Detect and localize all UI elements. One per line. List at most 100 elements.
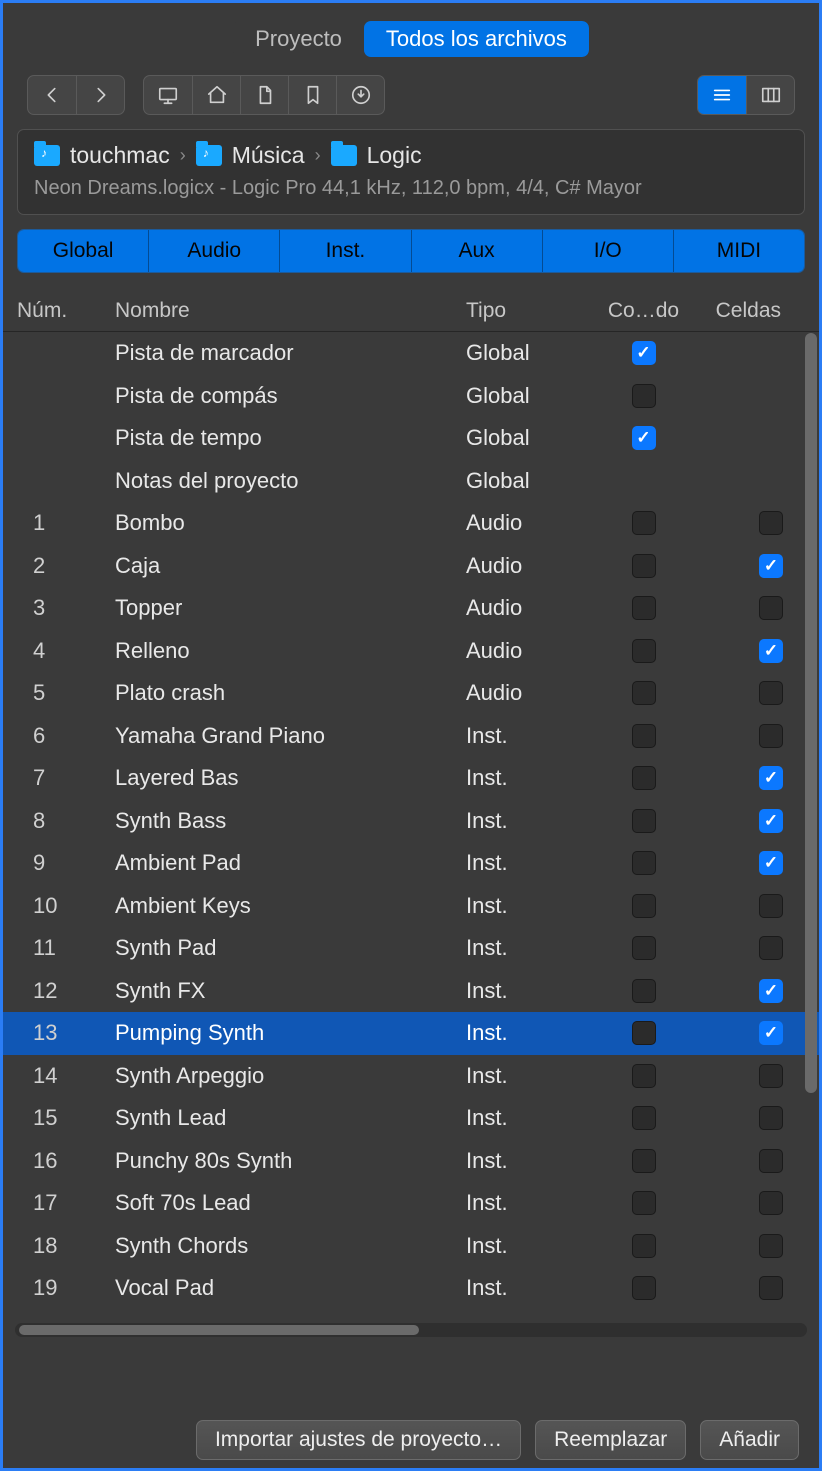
horizontal-scrollbar[interactable] xyxy=(15,1323,807,1337)
content-checkbox[interactable] xyxy=(632,851,656,875)
content-checkbox[interactable] xyxy=(632,681,656,705)
cells-checkbox[interactable] xyxy=(759,851,783,875)
download-icon[interactable] xyxy=(336,76,384,114)
filter-global[interactable]: Global xyxy=(18,230,148,272)
table-row[interactable]: 11Synth PadInst. xyxy=(3,927,819,970)
content-checkbox[interactable] xyxy=(632,511,656,535)
cells-checkbox[interactable] xyxy=(759,1106,783,1130)
folder-icon xyxy=(331,145,357,166)
content-checkbox[interactable] xyxy=(632,554,656,578)
col-header-type[interactable]: Tipo xyxy=(466,299,591,323)
tab-project[interactable]: Proyecto xyxy=(233,21,364,57)
cells-checkbox[interactable] xyxy=(759,809,783,833)
content-checkbox[interactable] xyxy=(632,639,656,663)
vertical-scrollbar[interactable] xyxy=(805,333,817,1093)
table-row[interactable]: 13Pumping SynthInst. xyxy=(3,1012,819,1055)
nav-forward-button[interactable] xyxy=(76,76,124,114)
content-checkbox[interactable] xyxy=(632,936,656,960)
cells-checkbox[interactable] xyxy=(759,1234,783,1258)
cell-cells xyxy=(696,979,801,1003)
nav-back-button[interactable] xyxy=(28,76,76,114)
filter-io[interactable]: I/O xyxy=(542,230,673,272)
table-row[interactable]: 2CajaAudio xyxy=(3,545,819,588)
content-checkbox[interactable] xyxy=(632,724,656,748)
cells-checkbox[interactable] xyxy=(759,936,783,960)
filter-midi[interactable]: MIDI xyxy=(673,230,804,272)
table-row[interactable]: 5Plato crashAudio xyxy=(3,672,819,715)
content-checkbox[interactable] xyxy=(632,1149,656,1173)
table-row[interactable]: Pista de tempoGlobal xyxy=(3,417,819,460)
table-row[interactable]: 10Ambient KeysInst. xyxy=(3,885,819,928)
add-button[interactable]: Añadir xyxy=(700,1420,799,1460)
content-checkbox[interactable] xyxy=(632,1106,656,1130)
content-checkbox[interactable] xyxy=(632,766,656,790)
cells-checkbox[interactable] xyxy=(759,1149,783,1173)
table-row[interactable]: 1BomboAudio xyxy=(3,502,819,545)
cells-checkbox[interactable] xyxy=(759,1276,783,1300)
cells-checkbox[interactable] xyxy=(759,681,783,705)
table-row[interactable]: Notas del proyectoGlobal xyxy=(3,460,819,503)
breadcrumb[interactable]: touchmac › Música › Logic xyxy=(34,142,788,169)
cells-checkbox[interactable] xyxy=(759,1021,783,1045)
table-row[interactable]: 7Layered BasInst. xyxy=(3,757,819,800)
cells-checkbox[interactable] xyxy=(759,766,783,790)
content-checkbox[interactable] xyxy=(632,1191,656,1215)
cells-checkbox[interactable] xyxy=(759,639,783,663)
table-row[interactable]: 15Synth LeadInst. xyxy=(3,1097,819,1140)
cells-checkbox[interactable] xyxy=(759,979,783,1003)
tab-all-files[interactable]: Todos los archivos xyxy=(364,21,589,57)
content-checkbox[interactable] xyxy=(632,809,656,833)
table-row[interactable]: 18Synth ChordsInst. xyxy=(3,1225,819,1268)
table-row[interactable]: 4RellenoAudio xyxy=(3,630,819,673)
table-row[interactable]: Pista de marcadorGlobal xyxy=(3,332,819,375)
breadcrumb-seg-2[interactable]: Música xyxy=(232,142,305,169)
cell-content xyxy=(591,1191,696,1215)
content-checkbox[interactable] xyxy=(632,384,656,408)
content-checkbox[interactable] xyxy=(632,1064,656,1088)
filter-aux[interactable]: Aux xyxy=(411,230,542,272)
table-row[interactable]: 3TopperAudio xyxy=(3,587,819,630)
content-checkbox[interactable] xyxy=(632,596,656,620)
table-row[interactable]: 6Yamaha Grand PianoInst. xyxy=(3,715,819,758)
table-row[interactable]: 19Vocal PadInst. xyxy=(3,1267,819,1310)
cells-checkbox[interactable] xyxy=(759,1064,783,1088)
scroll-thumb[interactable] xyxy=(19,1325,419,1335)
table-row[interactable]: 16Punchy 80s SynthInst. xyxy=(3,1140,819,1183)
breadcrumb-seg-1[interactable]: touchmac xyxy=(70,142,170,169)
table-row[interactable]: 12Synth FXInst. xyxy=(3,970,819,1013)
col-header-num[interactable]: Núm. xyxy=(13,299,101,323)
filter-inst[interactable]: Inst. xyxy=(279,230,410,272)
cell-num: 1 xyxy=(13,510,101,536)
cells-checkbox[interactable] xyxy=(759,554,783,578)
content-checkbox[interactable] xyxy=(632,979,656,1003)
cells-checkbox[interactable] xyxy=(759,894,783,918)
bookmark-icon[interactable] xyxy=(288,76,336,114)
content-checkbox[interactable] xyxy=(632,894,656,918)
column-view-button[interactable] xyxy=(746,76,794,114)
computer-icon[interactable] xyxy=(144,76,192,114)
cells-checkbox[interactable] xyxy=(759,511,783,535)
table-row[interactable]: Pista de compásGlobal xyxy=(3,375,819,418)
table-row[interactable]: 9Ambient PadInst. xyxy=(3,842,819,885)
table-row[interactable]: 17Soft 70s LeadInst. xyxy=(3,1182,819,1225)
col-header-content[interactable]: Co…do xyxy=(591,299,696,323)
document-icon[interactable] xyxy=(240,76,288,114)
table-row[interactable]: 14Synth ArpeggioInst. xyxy=(3,1055,819,1098)
content-checkbox[interactable] xyxy=(632,1234,656,1258)
content-checkbox[interactable] xyxy=(632,1021,656,1045)
cells-checkbox[interactable] xyxy=(759,596,783,620)
import-settings-button[interactable]: Importar ajustes de proyecto… xyxy=(196,1420,521,1460)
content-checkbox[interactable] xyxy=(632,341,656,365)
list-view-button[interactable] xyxy=(698,76,746,114)
content-checkbox[interactable] xyxy=(632,1276,656,1300)
replace-button[interactable]: Reemplazar xyxy=(535,1420,686,1460)
cells-checkbox[interactable] xyxy=(759,1191,783,1215)
home-icon[interactable] xyxy=(192,76,240,114)
col-header-name[interactable]: Nombre xyxy=(101,299,466,323)
table-row[interactable]: 8Synth BassInst. xyxy=(3,800,819,843)
cells-checkbox[interactable] xyxy=(759,724,783,748)
content-checkbox[interactable] xyxy=(632,426,656,450)
col-header-cells[interactable]: Celdas xyxy=(696,299,801,323)
filter-audio[interactable]: Audio xyxy=(148,230,279,272)
breadcrumb-seg-3[interactable]: Logic xyxy=(367,142,422,169)
